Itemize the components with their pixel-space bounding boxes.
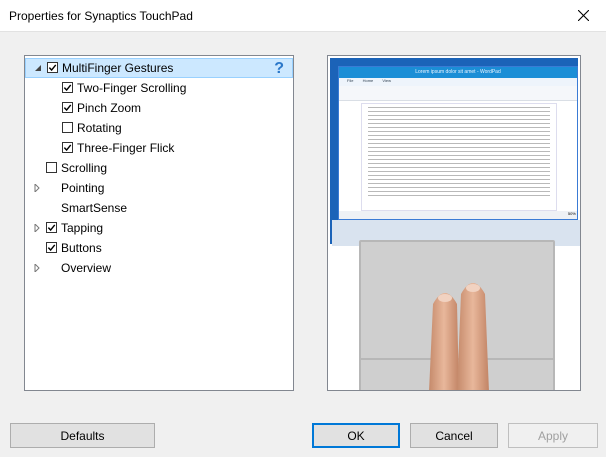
tree-item-label: Rotating [77, 121, 122, 135]
touchpad-illustration [359, 240, 555, 390]
preview-zoom: 50% [567, 211, 576, 216]
tree-item-label: Pointing [61, 181, 105, 195]
help-icon[interactable]: ? [274, 60, 284, 78]
close-icon [577, 10, 589, 21]
preview-menu-item: View [382, 78, 391, 83]
checkmark-icon [63, 104, 72, 112]
tree-item-tapping[interactable]: Tapping [25, 218, 293, 238]
preview-menu: File Home View [339, 78, 577, 86]
preview-document [361, 103, 557, 211]
checkmark-icon [47, 244, 56, 252]
ok-button[interactable]: OK [312, 423, 400, 448]
tree-item-smartsense[interactable]: SmartSense [25, 198, 293, 218]
tree-item-buttons[interactable]: Buttons [25, 238, 293, 258]
title-bar: Properties for Synaptics TouchPad [0, 0, 606, 32]
close-button[interactable] [560, 0, 606, 31]
preview-ribbon [339, 86, 577, 101]
checkbox-pinch-zoom[interactable] [62, 102, 73, 113]
checkbox-scrolling[interactable] [46, 162, 57, 173]
tree-item-label: Three-Finger Flick [77, 141, 175, 155]
window-title: Properties for Synaptics TouchPad [9, 9, 193, 23]
tree-item-label: MultiFinger Gestures [62, 61, 174, 75]
checkmark-icon [48, 64, 57, 72]
checkmark-icon [47, 224, 56, 232]
checkmark-icon [63, 144, 72, 152]
apply-button[interactable]: Apply [508, 423, 598, 448]
tree-item-label: SmartSense [61, 201, 128, 215]
preview-desktop: Lorem ipsum dolor sit amet - WordPad Fil… [330, 58, 580, 246]
checkmark-icon [63, 84, 72, 92]
tree-item-label: Buttons [61, 241, 102, 255]
expand-arrow-icon[interactable] [32, 223, 42, 233]
preview-menu-item: File [347, 78, 354, 83]
tree-item-three-finger-flick[interactable]: Three-Finger Flick [25, 138, 293, 158]
tree-item-label: Scrolling [61, 161, 108, 175]
preview-statusbar: 50% [339, 211, 577, 219]
tree-item-multifinger-gestures[interactable]: MultiFinger Gestures ? [25, 58, 293, 78]
tree-item-label: Tapping [61, 221, 104, 235]
checkbox-two-finger-scrolling[interactable] [62, 82, 73, 93]
checkbox-three-finger-flick[interactable] [62, 142, 73, 153]
settings-tree[interactable]: MultiFinger Gestures ? Two-Finger Scroll… [24, 55, 294, 391]
cancel-button[interactable]: Cancel [410, 423, 498, 448]
preview-menu-item: Home [362, 78, 374, 83]
checkbox-buttons[interactable] [46, 242, 57, 253]
two-fingers-icon [429, 283, 489, 390]
tree-item-two-finger-scrolling[interactable]: Two-Finger Scrolling [25, 78, 293, 98]
preview-app-title: Lorem ipsum dolor sit amet - WordPad [339, 67, 577, 78]
expand-arrow-icon[interactable] [32, 263, 42, 273]
expand-arrow-icon[interactable] [32, 183, 42, 193]
tree-item-scrolling[interactable]: Scrolling [25, 158, 293, 178]
gesture-preview: Lorem ipsum dolor sit amet - WordPad Fil… [327, 55, 581, 391]
tree-item-pointing[interactable]: Pointing [25, 178, 293, 198]
tree-item-label: Two-Finger Scrolling [77, 81, 187, 95]
tree-item-label: Overview [61, 261, 112, 275]
tree-item-label: Pinch Zoom [77, 101, 142, 115]
tree-item-rotating[interactable]: Rotating [25, 118, 293, 138]
checkbox-multifinger-gestures[interactable] [47, 62, 58, 73]
tree-item-pinch-zoom[interactable]: Pinch Zoom [25, 98, 293, 118]
checkbox-rotating[interactable] [62, 122, 73, 133]
collapse-arrow-icon[interactable] [33, 63, 43, 73]
defaults-button[interactable]: Defaults [10, 423, 155, 448]
checkbox-tapping[interactable] [46, 222, 57, 233]
preview-wordpad-window: Lorem ipsum dolor sit amet - WordPad Fil… [338, 66, 578, 220]
tree-item-overview[interactable]: Overview [25, 258, 293, 278]
